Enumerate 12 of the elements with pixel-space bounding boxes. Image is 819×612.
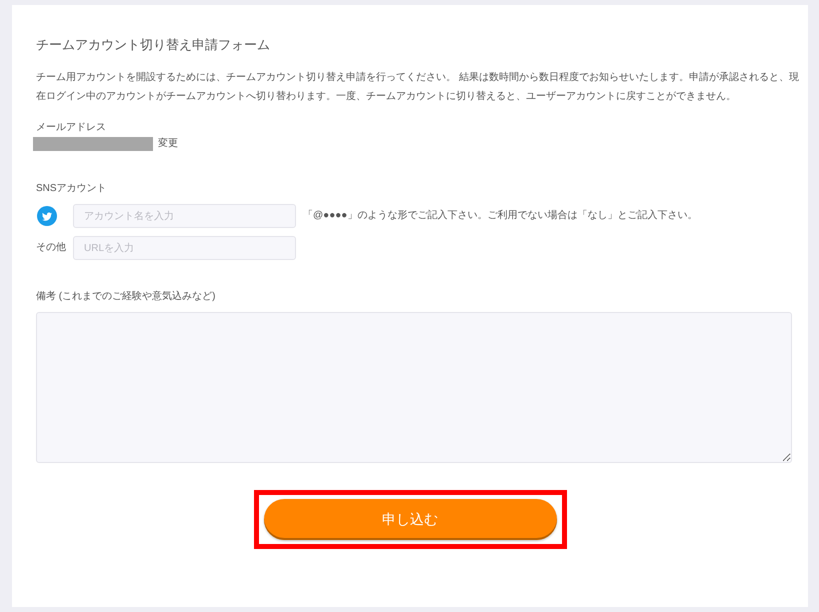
bird-icon <box>37 206 57 226</box>
field-label: その他 <box>36 241 66 255</box>
form-description: チーム用アカウントを開設するためには、チームアカウント切り替え申請を行ってください。 結果は数時間から数日程度でお知らせいたします。申請が承認されると、現在ログイン中のアカウントがチームアカウントへ切り替わります。一度、チームアカウントに切り替えると、ユーザーアカウントに戻すことができません。 <box>36 70 800 104</box>
change-link[interactable]: 変更 <box>158 137 178 151</box>
remarks-label: 備考 (これまでのご経験や意気込みなど) <box>36 290 216 304</box>
account-name-input[interactable]: アカウント名を入力 <box>73 204 296 228</box>
sns-label: SNSアカウント <box>36 182 107 196</box>
form-title: チームアカウント切り替え申請フォーム <box>36 36 271 54</box>
input-hint: 「@●●●●」のような形でご記入下さい。ご利用でない場合は「なし」とご記入下さい。 <box>303 209 698 223</box>
email-label: メールアドレス <box>36 121 106 135</box>
remarks-textarea[interactable] <box>36 312 792 463</box>
url-input[interactable]: URLを入力 <box>73 236 296 260</box>
